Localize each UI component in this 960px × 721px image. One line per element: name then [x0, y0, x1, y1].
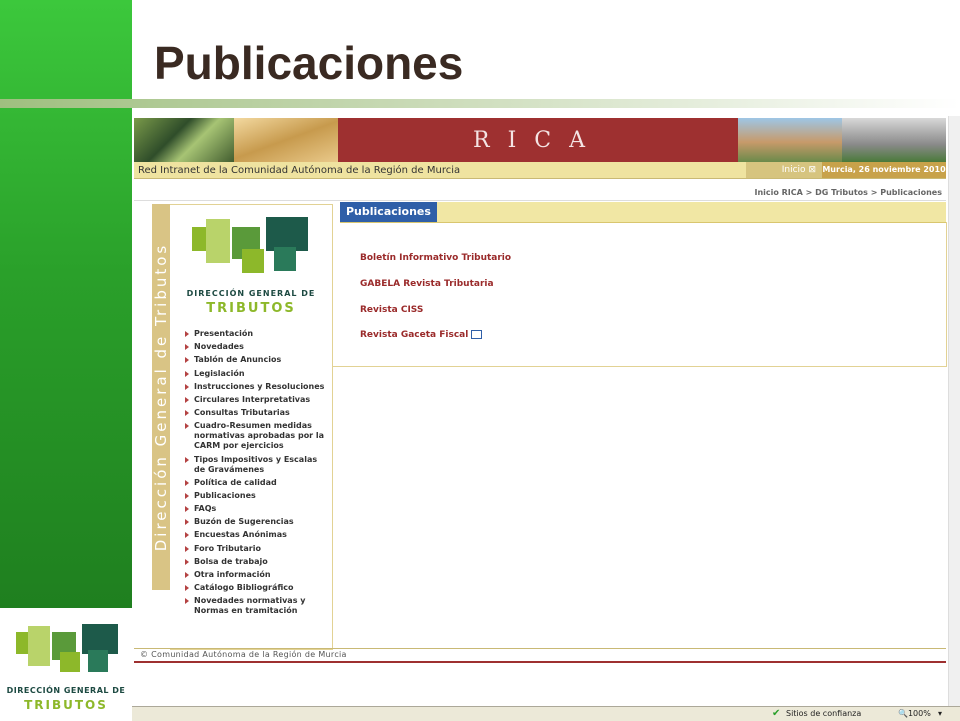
sidebar-item-presentacion[interactable]: Presentación	[184, 329, 328, 339]
security-zone[interactable]: Sitios de confianza	[786, 709, 861, 718]
link-gabela-revista[interactable]: GABELA Revista Tributaria	[360, 279, 494, 289]
date-text: Murcia, 26 noviembre 2010	[822, 162, 946, 178]
breadcrumb-inicio-rica[interactable]: Inicio RICA	[754, 188, 802, 197]
browser-viewport: RICA Red Intranet de la Comunidad Autóno…	[132, 116, 948, 706]
breadcrumb-separator: >	[870, 188, 878, 197]
title-underline	[0, 99, 960, 108]
check-icon: ✔	[772, 708, 781, 719]
puzzle-image	[134, 118, 234, 162]
link-revista-gaceta-fiscal-label: Revista Gaceta Fiscal	[360, 330, 469, 340]
link-revista-gaceta-fiscal[interactable]: Revista Gaceta Fiscal	[360, 330, 483, 340]
zoom-value: 100%	[907, 709, 931, 718]
sidebar-item-novedades-normativas[interactable]: Novedades normativas y Normas en tramita…	[184, 596, 328, 616]
logo-caption-1: DIRECCIÓN GENERAL DE	[186, 289, 316, 298]
browser-status-bar: ✔ Sitios de confianza 🔍100% ▾	[132, 706, 960, 721]
network-bar: Red Intranet de la Comunidad Autónoma de…	[134, 162, 946, 179]
breadcrumb-publicaciones: Publicaciones	[880, 188, 942, 197]
building-image	[738, 118, 842, 162]
dgt-logo-icon	[16, 624, 118, 672]
bottom-logo-caption-2: TRIBUTOS	[24, 698, 108, 712]
footer-divider-red	[134, 661, 946, 663]
zoom-level[interactable]: 🔍100%	[898, 709, 931, 718]
inicio-label: Inicio	[781, 165, 806, 175]
sidebar-item-instrucciones[interactable]: Instrucciones y Resoluciones	[184, 382, 328, 392]
divider	[134, 200, 946, 201]
sidebar-item-legislacion[interactable]: Legislación	[184, 369, 328, 379]
network-label: Red Intranet de la Comunidad Autónoma de…	[138, 164, 461, 176]
vertical-banner-text: Dirección General de Tributos	[152, 242, 170, 552]
sidebar-item-otra-informacion[interactable]: Otra información	[184, 570, 328, 580]
vertical-scrollbar[interactable]	[948, 116, 960, 706]
left-green-bar	[0, 0, 132, 608]
dgt-logo-icon[interactable]	[192, 215, 310, 279]
footer-copyright: © Comunidad Autónoma de la Región de Mur…	[140, 650, 347, 659]
chevron-down-icon[interactable]: ▾	[938, 709, 942, 718]
external-window-icon	[471, 330, 483, 339]
rica-logo[interactable]: RICA	[338, 118, 738, 162]
content-box	[332, 222, 947, 367]
breadcrumb: Inicio RICA > DG Tributos > Publicacione…	[754, 188, 942, 197]
bottom-left-logo: DIRECCIÓN GENERAL DE TRIBUTOS	[0, 608, 132, 720]
sidebar-item-tipos-impositivos[interactable]: Tipos Impositivos y Escalas de Gravámene…	[184, 455, 328, 475]
sidebar-item-circulares[interactable]: Circulares Interpretativas	[184, 395, 328, 405]
bottom-logo-caption-1: DIRECCIÓN GENERAL DE	[6, 686, 126, 695]
pen-image	[234, 118, 338, 162]
header-banner: RICA	[134, 118, 946, 162]
sidebar-menu: Presentación Novedades Tablón de Anuncio…	[184, 329, 328, 620]
inicio-link[interactable]: Inicio ⊠	[746, 162, 822, 178]
zoom-icon: 🔍	[898, 709, 908, 718]
logo-caption-2: TRIBUTOS	[206, 301, 296, 316]
mouse-image	[842, 118, 946, 162]
tab-publicaciones[interactable]: Publicaciones	[340, 202, 437, 222]
sidebar-item-cuadro-resumen[interactable]: Cuadro-Resumen medidas normativas aproba…	[184, 421, 328, 451]
sidebar-item-catalogo[interactable]: Catálogo Bibliográfico	[184, 583, 328, 593]
sidebar-item-buzon[interactable]: Buzón de Sugerencias	[184, 517, 328, 527]
sidebar-item-bolsa-trabajo[interactable]: Bolsa de trabajo	[184, 557, 328, 567]
sidebar-item-consultas[interactable]: Consultas Tributarias	[184, 408, 328, 418]
content-header: Publicaciones	[340, 202, 946, 223]
link-revista-ciss[interactable]: Revista CISS	[360, 305, 423, 315]
page-title: Publicaciones	[154, 37, 464, 89]
sidebar-item-novedades[interactable]: Novedades	[184, 342, 328, 352]
sidebar: DIRECCIÓN GENERAL DE TRIBUTOS Presentaci…	[170, 204, 333, 650]
sidebar-item-publicaciones[interactable]: Publicaciones	[184, 491, 328, 501]
sidebar-item-faqs[interactable]: FAQs	[184, 504, 328, 514]
sidebar-item-encuestas[interactable]: Encuestas Anónimas	[184, 530, 328, 540]
breadcrumb-separator: >	[805, 188, 813, 197]
home-icon: ⊠	[808, 165, 816, 175]
sidebar-item-tablon[interactable]: Tablón de Anuncios	[184, 355, 328, 365]
sidebar-item-politica-calidad[interactable]: Política de calidad	[184, 478, 328, 488]
sidebar-item-foro[interactable]: Foro Tributario	[184, 544, 328, 554]
link-boletin-informativo[interactable]: Boletín Informativo Tributario	[360, 253, 511, 263]
footer-divider	[134, 648, 946, 649]
breadcrumb-dg-tributos[interactable]: DG Tributos	[815, 188, 868, 197]
